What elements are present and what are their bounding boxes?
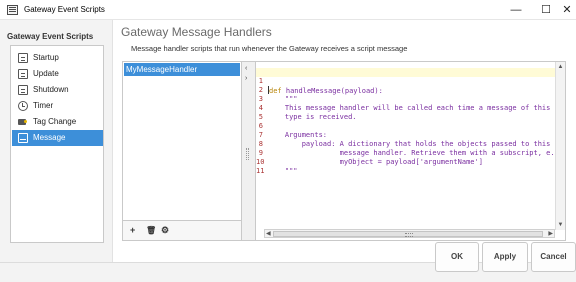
chevron-left-icon[interactable]: ‹ [245, 65, 247, 72]
grip-handle[interactable] [246, 148, 249, 160]
split-pane-divider[interactable]: ‹ › [242, 61, 255, 241]
code-line[interactable]: 6 Arguments: [256, 113, 556, 139]
clock-icon [18, 101, 28, 111]
sidebar-item-label: Tag Change [33, 117, 77, 126]
sidebar-item-message[interactable]: Message [12, 130, 103, 146]
document-icon [18, 85, 28, 95]
sidebar-item-timer[interactable]: Timer [12, 98, 103, 114]
code-line[interactable]: 4 type is received. [256, 95, 556, 121]
ok-button[interactable]: OK [435, 242, 479, 272]
add-handler-icon[interactable]: + [130, 225, 135, 236]
line-number: 11 [256, 167, 265, 175]
sidebar-item-update[interactable]: Update [12, 66, 103, 82]
code-line[interactable]: 7 payload: A dictionary that holds the o… [256, 122, 556, 148]
script-editor[interactable]: 1 def handleMessage(payload): 2 """ 3 Th… [255, 61, 566, 241]
sidebar: Gateway Event Scripts Startup Update Shu… [0, 20, 113, 262]
sidebar-item-label: Update [33, 69, 59, 78]
code-line[interactable]: 2 """ [256, 77, 556, 103]
vertical-scrollbar[interactable]: ▲ ▼ [555, 62, 565, 230]
close-button[interactable]: ✕ [550, 1, 576, 19]
gear-icon[interactable]: ⚙ [161, 225, 169, 236]
sidebar-item-tag-change[interactable]: Tag Change [12, 114, 103, 130]
chevron-up-icon[interactable]: ▲ [556, 62, 565, 72]
code-lines[interactable]: 1 def handleMessage(payload): 2 """ 3 Th… [256, 68, 563, 175]
code-line[interactable]: 5 [256, 104, 556, 121]
chevron-right-icon[interactable]: › [245, 75, 247, 82]
window-title: Gateway Event Scripts [24, 5, 105, 14]
chevron-right-icon[interactable]: ▶ [548, 230, 553, 238]
code-line[interactable]: 9 myObject = payload['argumentName'] [256, 140, 556, 166]
handler-list: MyMessageHandler [122, 61, 242, 221]
chevron-left-icon[interactable]: ◀ [266, 230, 271, 238]
page-title: Gateway Message Handlers [121, 25, 272, 39]
apply-button[interactable]: Apply [482, 242, 528, 272]
code-line[interactable]: 8 message handler. Retrieve them with a … [256, 131, 563, 157]
code-line[interactable]: 10 """ [256, 149, 556, 175]
document-icon [18, 69, 28, 79]
title-bar: Gateway Event Scripts — ☐ ✕ [0, 0, 576, 20]
code-line[interactable]: 1 def handleMessage(payload): [256, 68, 556, 95]
handler-list-item[interactable]: MyMessageHandler [124, 63, 240, 76]
page-description: Message handler scripts that run wheneve… [131, 44, 408, 53]
horizontal-scrollbar[interactable]: ◀ ▶ [264, 229, 555, 238]
sidebar-item-label: Timer [33, 101, 54, 110]
chevron-down-icon[interactable]: ▼ [556, 220, 565, 230]
minimize-button[interactable]: — [499, 1, 533, 19]
message-icon [18, 133, 28, 143]
sidebar-heading: Gateway Event Scripts [7, 32, 94, 41]
sidebar-item-shutdown[interactable]: Shutdown [12, 82, 103, 98]
sidebar-item-label: Shutdown [33, 85, 69, 94]
sidebar-item-startup[interactable]: Startup [12, 50, 103, 66]
code-line[interactable]: 11 [256, 158, 556, 175]
trash-icon[interactable]: 🗑 [146, 225, 156, 236]
tag-icon [18, 117, 28, 127]
handler-list-toolbar: + 🗑 ⚙ [122, 221, 242, 241]
sidebar-item-label: Message [33, 133, 66, 142]
script-type-list: Startup Update Shutdown Timer Tag Change… [10, 45, 104, 243]
code-line[interactable]: 3 This message handler will be called ea… [256, 86, 556, 112]
scrollbar-thumb[interactable] [273, 231, 543, 237]
cancel-button[interactable]: Cancel [531, 242, 576, 272]
document-icon [18, 53, 28, 63]
sidebar-item-label: Startup [33, 53, 59, 62]
app-icon [7, 5, 18, 15]
